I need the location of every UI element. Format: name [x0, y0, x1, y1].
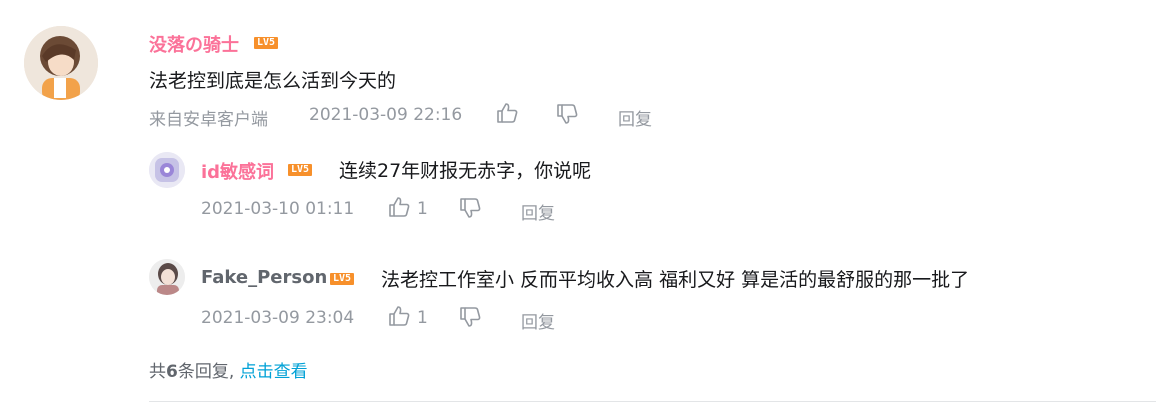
reply-time: 2021-03-09 23:04: [201, 308, 355, 328]
reply-text: 连续27年财报无赤字，你说呢: [339, 160, 592, 182]
divider: [149, 401, 1156, 402]
view-replies-link[interactable]: 点击查看: [240, 362, 308, 382]
dislike-icon[interactable]: [556, 103, 578, 125]
more-replies: 共6条回复, 点击查看: [149, 357, 308, 382]
level-badge: LV5: [330, 273, 355, 285]
avatar[interactable]: [149, 152, 185, 188]
comment-text: 法老控到底是怎么活到今天的: [149, 70, 397, 92]
reply-button[interactable]: 回复: [521, 199, 555, 224]
level-badge: LV5: [254, 37, 279, 49]
comment-time: 2021-03-09 22:16: [309, 105, 463, 125]
dislike-icon[interactable]: [459, 306, 481, 328]
comment-source: 来自安卓客户端: [149, 110, 268, 130]
reply-time: 2021-03-10 01:11: [201, 199, 355, 219]
avatar[interactable]: [149, 259, 185, 295]
like-icon[interactable]: [388, 196, 410, 218]
dislike-icon[interactable]: [459, 197, 481, 219]
reply-text: 法老控工作室小 反而平均收入高 福利又好 算是活的最舒服的那一批了: [381, 269, 970, 291]
avatar[interactable]: [24, 26, 98, 100]
more-replies-prefix: 共: [149, 362, 166, 382]
like-count: 1: [417, 308, 428, 328]
like-icon[interactable]: [388, 305, 410, 327]
username[interactable]: 没落の骑士: [149, 31, 239, 57]
more-replies-suffix: 条回复,: [177, 362, 235, 382]
reply-button[interactable]: 回复: [618, 105, 652, 130]
username[interactable]: Fake_Person: [201, 267, 327, 288]
reply-button[interactable]: 回复: [521, 308, 555, 333]
username[interactable]: id敏感词: [201, 158, 274, 184]
like-count: 1: [417, 199, 428, 219]
level-badge: LV5: [288, 164, 313, 176]
like-icon[interactable]: [496, 102, 518, 124]
more-replies-count: 6: [166, 362, 178, 382]
